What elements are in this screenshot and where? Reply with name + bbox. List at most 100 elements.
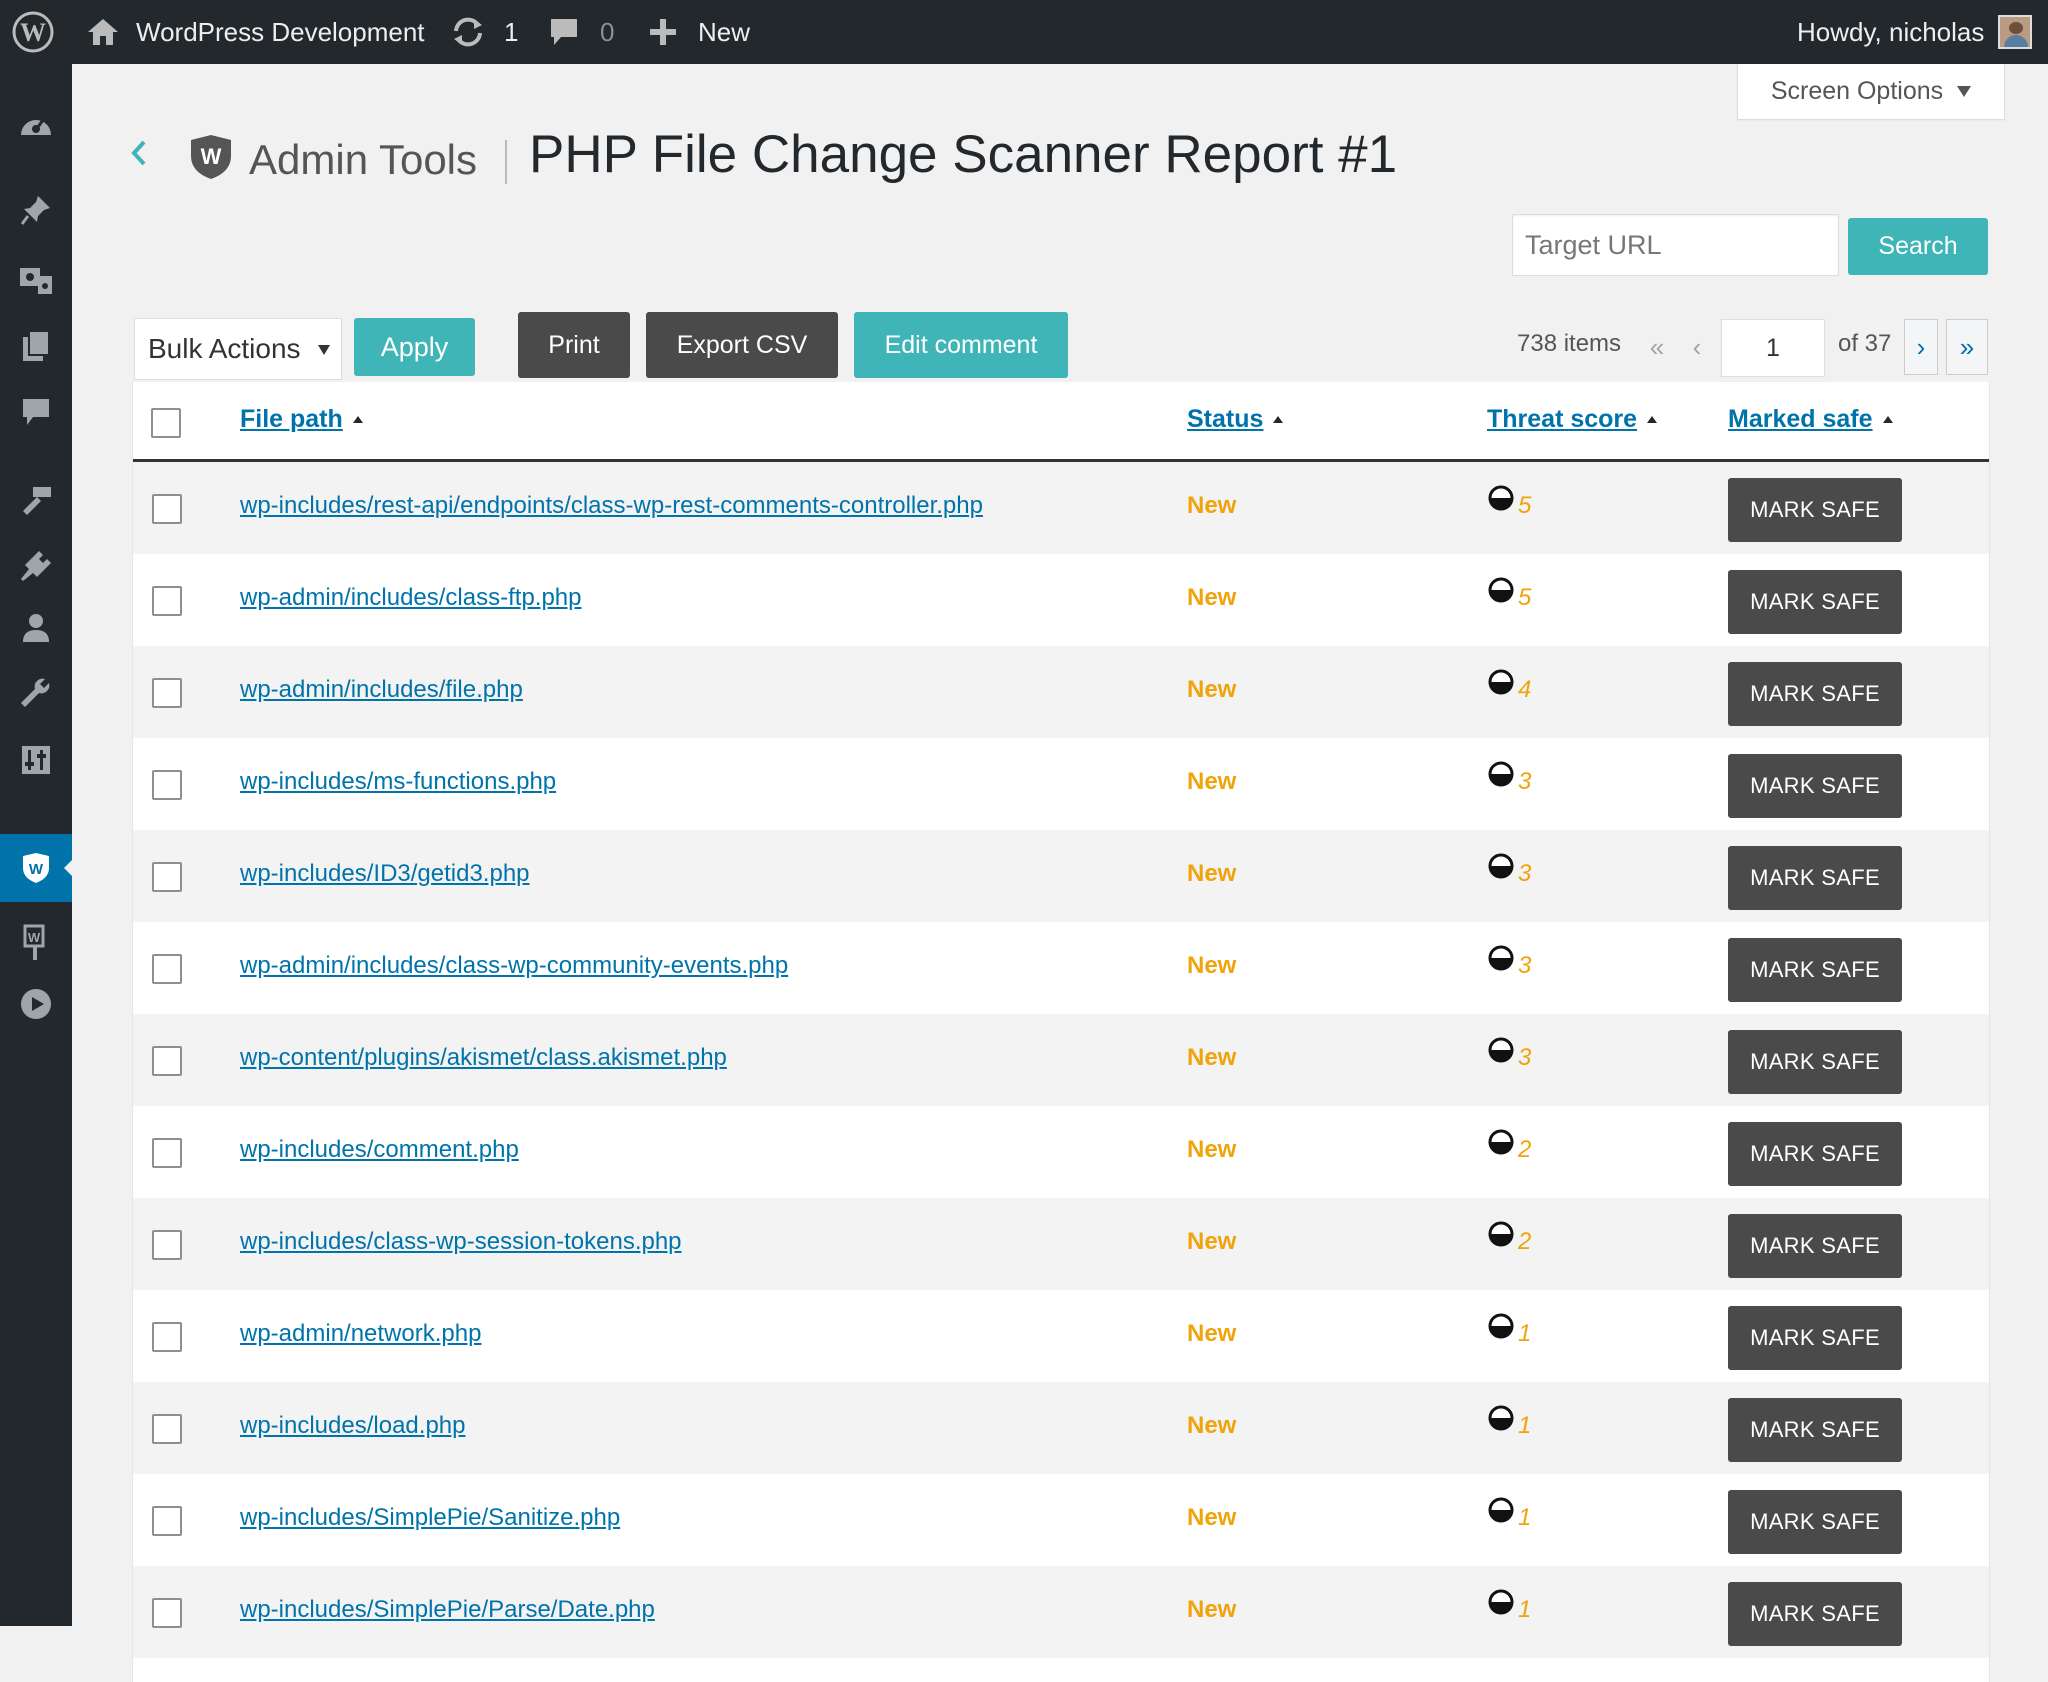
mark-safe-button[interactable]: MARK SAFE — [1728, 570, 1902, 634]
play-icon[interactable] — [0, 978, 72, 1030]
file-path-link[interactable]: wp-includes/comment.php — [240, 1136, 519, 1164]
file-path-link[interactable]: wp-includes/SimplePie/Parse/Date.php — [240, 1596, 655, 1624]
comments-link[interactable]: 0 — [548, 0, 614, 64]
mark-safe-button[interactable]: MARK SAFE — [1728, 662, 1902, 726]
row-checkbox[interactable] — [152, 1506, 182, 1536]
row-checkbox[interactable] — [152, 1138, 182, 1168]
plugin-extra-icon[interactable]: W — [0, 916, 72, 968]
back-chevron-icon[interactable] — [128, 136, 150, 175]
status-badge: New — [1187, 492, 1237, 519]
mark-safe-button[interactable]: MARK SAFE — [1728, 1122, 1902, 1186]
export-csv-button[interactable]: Export CSV — [646, 312, 838, 378]
file-path-link[interactable]: wp-includes/class-wp-session-tokens.php — [240, 1228, 682, 1256]
row-checkbox[interactable] — [152, 1414, 182, 1444]
mark-safe-button[interactable]: MARK SAFE — [1728, 1030, 1902, 1094]
row-checkbox[interactable] — [152, 862, 182, 892]
mark-safe-button[interactable]: MARK SAFE — [1728, 1582, 1902, 1646]
pin-icon[interactable] — [0, 184, 72, 236]
edit-comment-button[interactable]: Edit comment — [854, 312, 1068, 378]
row-checkbox[interactable] — [152, 954, 182, 984]
bulk-actions-select[interactable]: Bulk Actions — [134, 318, 342, 380]
search-button[interactable]: Search — [1848, 218, 1988, 275]
mark-safe-button[interactable]: MARK SAFE — [1728, 1490, 1902, 1554]
column-marked-safe[interactable]: Marked safe — [1728, 405, 1893, 434]
threat-score-value: 5 — [1518, 492, 1532, 519]
row-checkbox[interactable] — [152, 1598, 182, 1628]
site-name-link[interactable]: WordPress Development — [86, 0, 425, 64]
bulk-actions-label: Bulk Actions — [148, 333, 301, 364]
pages-icon[interactable] — [0, 320, 72, 372]
sort-up-icon — [1647, 416, 1658, 423]
file-path-link[interactable]: wp-includes/load.php — [240, 1412, 465, 1440]
threat-score: 3 — [1487, 852, 1531, 886]
table-header: File path Status Threat score Marked saf… — [133, 382, 1989, 462]
row-checkbox[interactable] — [152, 678, 182, 708]
last-page-button[interactable]: » — [1946, 319, 1988, 375]
appearance-icon[interactable] — [0, 474, 72, 526]
plugins-icon[interactable] — [0, 540, 72, 592]
target-url-input[interactable] — [1512, 214, 1839, 276]
new-content-link[interactable]: New — [648, 0, 750, 64]
svg-text:W: W — [28, 930, 41, 945]
mark-safe-button[interactable]: MARK SAFE — [1728, 478, 1902, 542]
comments-menu-icon[interactable] — [0, 386, 72, 438]
table-row: wp-includes/rest-api/endpoints/class-wp-… — [133, 462, 1989, 554]
half-circle-gauge-icon — [1488, 577, 1514, 603]
file-path-link[interactable]: wp-admin/includes/class-wp-community-eve… — [240, 952, 788, 980]
row-checkbox[interactable] — [152, 1046, 182, 1076]
row-checkbox[interactable] — [152, 1322, 182, 1352]
column-file-path[interactable]: File path — [240, 405, 363, 434]
status-badge: New — [1187, 676, 1237, 703]
select-all-checkbox[interactable] — [151, 408, 181, 438]
mark-safe-button[interactable]: MARK SAFE — [1728, 1398, 1902, 1462]
brand-name: Admin Tools — [249, 136, 478, 183]
screen-options-button[interactable]: Screen Options — [1737, 64, 2005, 120]
mark-safe-button[interactable]: MARK SAFE — [1728, 1214, 1902, 1278]
current-page-input[interactable]: 1 — [1721, 319, 1825, 377]
file-path-link[interactable]: wp-admin/includes/class-ftp.php — [240, 584, 582, 612]
threat-score: 1 — [1487, 1588, 1531, 1622]
half-circle-gauge-icon — [1488, 945, 1514, 971]
apply-button[interactable]: Apply — [354, 318, 475, 376]
next-page-button[interactable]: › — [1904, 319, 1938, 375]
admin-bar: W WordPress Development 1 0 New Howdy, n… — [0, 0, 2048, 64]
row-checkbox[interactable] — [152, 494, 182, 524]
threat-score: 3 — [1487, 1036, 1531, 1070]
admin-tools-shield-icon[interactable]: W — [0, 834, 72, 902]
threat-score-value: 3 — [1518, 860, 1532, 887]
status-badge: New — [1187, 1596, 1237, 1623]
mark-safe-button[interactable]: MARK SAFE — [1728, 1306, 1902, 1370]
tools-icon[interactable] — [0, 668, 72, 720]
file-path-link[interactable]: wp-includes/ID3/getid3.php — [240, 860, 530, 888]
row-checkbox[interactable] — [152, 1230, 182, 1260]
threat-score: 3 — [1487, 944, 1531, 978]
media-icon[interactable] — [0, 254, 72, 306]
mark-safe-button[interactable]: MARK SAFE — [1728, 938, 1902, 1002]
row-checkbox[interactable] — [152, 586, 182, 616]
row-checkbox[interactable] — [152, 770, 182, 800]
dashboard-icon[interactable] — [0, 98, 72, 150]
wordpress-logo-icon[interactable]: W — [12, 0, 54, 64]
updates-link[interactable]: 1 — [450, 0, 518, 64]
file-path-link[interactable]: wp-includes/SimplePie/Sanitize.php — [240, 1504, 620, 1532]
site-name: WordPress Development — [136, 16, 425, 47]
updates-count: 1 — [504, 16, 519, 47]
column-threat-score[interactable]: Threat score — [1487, 405, 1658, 434]
column-status[interactable]: Status — [1187, 405, 1284, 434]
threat-score-value: 3 — [1518, 952, 1532, 979]
file-path-link[interactable]: wp-admin/includes/file.php — [240, 676, 523, 704]
file-path-link[interactable]: wp-includes/ms-functions.php — [240, 768, 556, 796]
settings-icon[interactable] — [0, 734, 72, 786]
plus-icon — [650, 19, 676, 45]
my-account[interactable]: Howdy, nicholas — [1797, 0, 2033, 64]
users-icon[interactable] — [0, 602, 72, 654]
status-badge: New — [1187, 584, 1237, 611]
caret-down-icon — [318, 345, 330, 355]
file-path-link[interactable]: wp-includes/rest-api/endpoints/class-wp-… — [240, 492, 983, 520]
print-button[interactable]: Print — [518, 312, 630, 378]
file-path-link[interactable]: wp-content/plugins/akismet/class.akismet… — [240, 1044, 727, 1072]
half-circle-gauge-icon — [1488, 1497, 1514, 1523]
mark-safe-button[interactable]: MARK SAFE — [1728, 754, 1902, 818]
mark-safe-button[interactable]: MARK SAFE — [1728, 846, 1902, 910]
file-path-link[interactable]: wp-admin/network.php — [240, 1320, 481, 1348]
